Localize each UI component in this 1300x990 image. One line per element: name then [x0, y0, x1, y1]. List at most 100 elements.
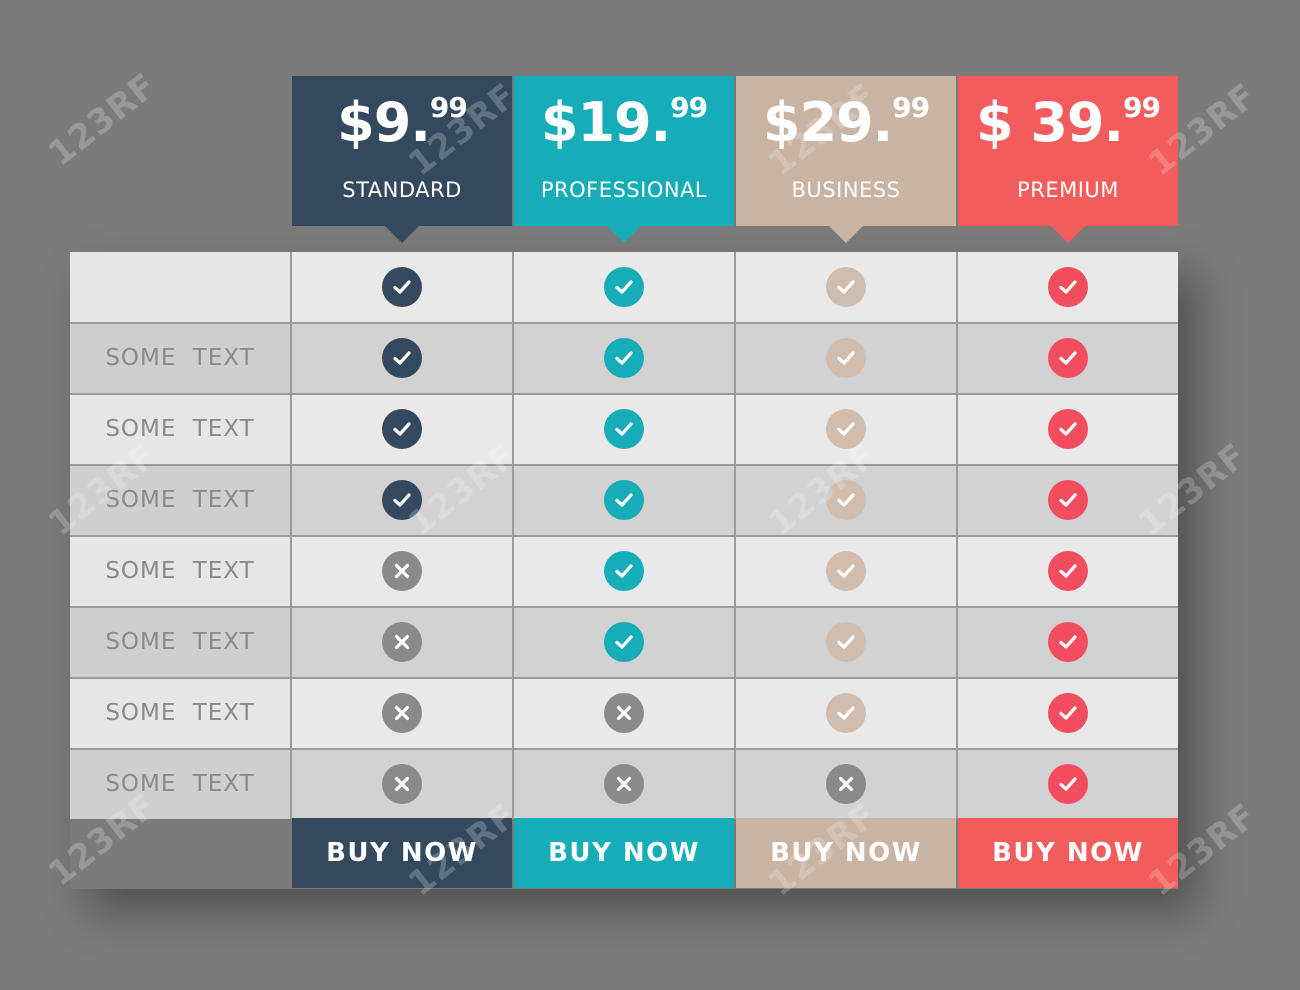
feature-cell — [514, 323, 736, 393]
checkmark-glyph — [837, 280, 855, 294]
plan-name: PROFESSIONAL — [540, 178, 708, 202]
plan-header-business: $29.99 BUSINESS — [736, 76, 956, 243]
table-row: SOME TEXT — [70, 748, 1178, 819]
plan-price: $9.99 — [292, 88, 512, 158]
table-row: SOME TEXT — [70, 464, 1178, 535]
check-circle-icon — [1048, 551, 1088, 591]
checkmark-glyph — [837, 493, 855, 507]
plan-price-main: $29. — [762, 91, 893, 154]
table-row — [70, 252, 1178, 322]
cross-glyph — [394, 563, 410, 579]
checkmark-glyph — [393, 351, 411, 365]
check-circle-icon — [1048, 267, 1088, 307]
cross-glyph — [838, 776, 854, 792]
checkmark-glyph — [393, 422, 411, 436]
feature-cell — [736, 394, 958, 464]
x-circle-icon — [604, 693, 644, 733]
feature-cell — [514, 678, 736, 748]
table-row: SOME TEXT — [70, 606, 1178, 677]
checkmark-glyph — [615, 564, 633, 578]
plan-price-main: $9. — [337, 91, 431, 154]
check-circle-icon — [1048, 338, 1088, 378]
check-circle-icon — [1048, 409, 1088, 449]
checkmark-glyph — [837, 635, 855, 649]
checkmark-glyph — [1059, 422, 1077, 436]
plan-price: $19.99 — [514, 88, 734, 158]
checkmark-glyph — [837, 351, 855, 365]
checkmark-glyph — [1059, 493, 1077, 507]
feature-cell — [736, 678, 958, 748]
feature-cell — [958, 678, 1178, 748]
row-divider — [70, 606, 1178, 608]
check-circle-icon — [382, 409, 422, 449]
feature-cell — [736, 323, 958, 393]
check-circle-icon — [1048, 693, 1088, 733]
checkmark-glyph — [837, 706, 855, 720]
checkmark-glyph — [615, 280, 633, 294]
check-circle-icon — [1048, 480, 1088, 520]
feature-cell — [514, 394, 736, 464]
check-circle-icon — [604, 622, 644, 662]
watermark-logo: 123RF — [40, 65, 165, 175]
feature-label — [70, 252, 292, 322]
buy-now-button-premium[interactable]: BUY NOW — [958, 818, 1178, 888]
row-divider — [70, 748, 1178, 750]
check-circle-icon — [826, 622, 866, 662]
feature-cell — [736, 749, 958, 819]
cross-glyph — [394, 776, 410, 792]
check-circle-icon — [1048, 764, 1088, 804]
buy-now-button-standard[interactable]: BUY NOW — [292, 818, 512, 888]
pricing-table: $9.99 STANDARD $19.99 PROFESSIONAL $29.99 BUS… — [0, 0, 1300, 990]
feature-cell — [292, 607, 514, 677]
feature-label: SOME TEXT — [70, 465, 292, 535]
cross-glyph — [616, 705, 632, 721]
feature-label: SOME TEXT — [70, 323, 292, 393]
plan-price-main: $19. — [540, 91, 671, 154]
plan-price: $ 39.99 — [958, 88, 1178, 158]
check-circle-icon — [826, 551, 866, 591]
check-circle-icon — [826, 267, 866, 307]
row-divider — [70, 464, 1178, 466]
feature-cell — [514, 465, 736, 535]
feature-cell — [292, 323, 514, 393]
buy-now-button-professional[interactable]: BUY NOW — [514, 818, 734, 888]
checkmark-glyph — [615, 422, 633, 436]
x-circle-icon — [382, 764, 422, 804]
checkmark-glyph — [1059, 777, 1077, 791]
feature-cell — [292, 252, 514, 322]
checkmark-glyph — [615, 635, 633, 649]
feature-cell — [292, 749, 514, 819]
check-circle-icon — [604, 409, 644, 449]
check-circle-icon — [604, 551, 644, 591]
checkmark-glyph — [837, 422, 855, 436]
check-circle-icon — [826, 409, 866, 449]
checkmark-glyph — [1059, 351, 1077, 365]
plan-header-professional: $19.99 PROFESSIONAL — [514, 76, 734, 243]
table-row: SOME TEXT — [70, 322, 1178, 393]
row-divider — [70, 393, 1178, 395]
plan-pointer — [1051, 226, 1085, 243]
cross-glyph — [394, 705, 410, 721]
check-circle-icon — [382, 267, 422, 307]
plan-pointer — [829, 226, 863, 243]
plan-name: STANDARD — [342, 178, 462, 202]
plan-header-premium: $ 39.99 PREMIUM — [958, 76, 1178, 243]
check-circle-icon — [826, 338, 866, 378]
table-row: SOME TEXT — [70, 535, 1178, 606]
check-circle-icon — [604, 338, 644, 378]
feature-cell — [736, 252, 958, 322]
checkmark-glyph — [1059, 706, 1077, 720]
feature-cell — [958, 749, 1178, 819]
checkmark-glyph — [393, 493, 411, 507]
feature-label: SOME TEXT — [70, 678, 292, 748]
check-circle-icon — [382, 338, 422, 378]
feature-cell — [292, 465, 514, 535]
buy-now-button-business[interactable]: BUY NOW — [736, 818, 956, 888]
feature-cell — [958, 323, 1178, 393]
row-divider — [70, 322, 1178, 324]
plan-name: BUSINESS — [791, 178, 901, 202]
x-circle-icon — [826, 764, 866, 804]
plan-price-main: $ 39. — [975, 91, 1124, 154]
checkmark-glyph — [1059, 635, 1077, 649]
x-circle-icon — [382, 551, 422, 591]
